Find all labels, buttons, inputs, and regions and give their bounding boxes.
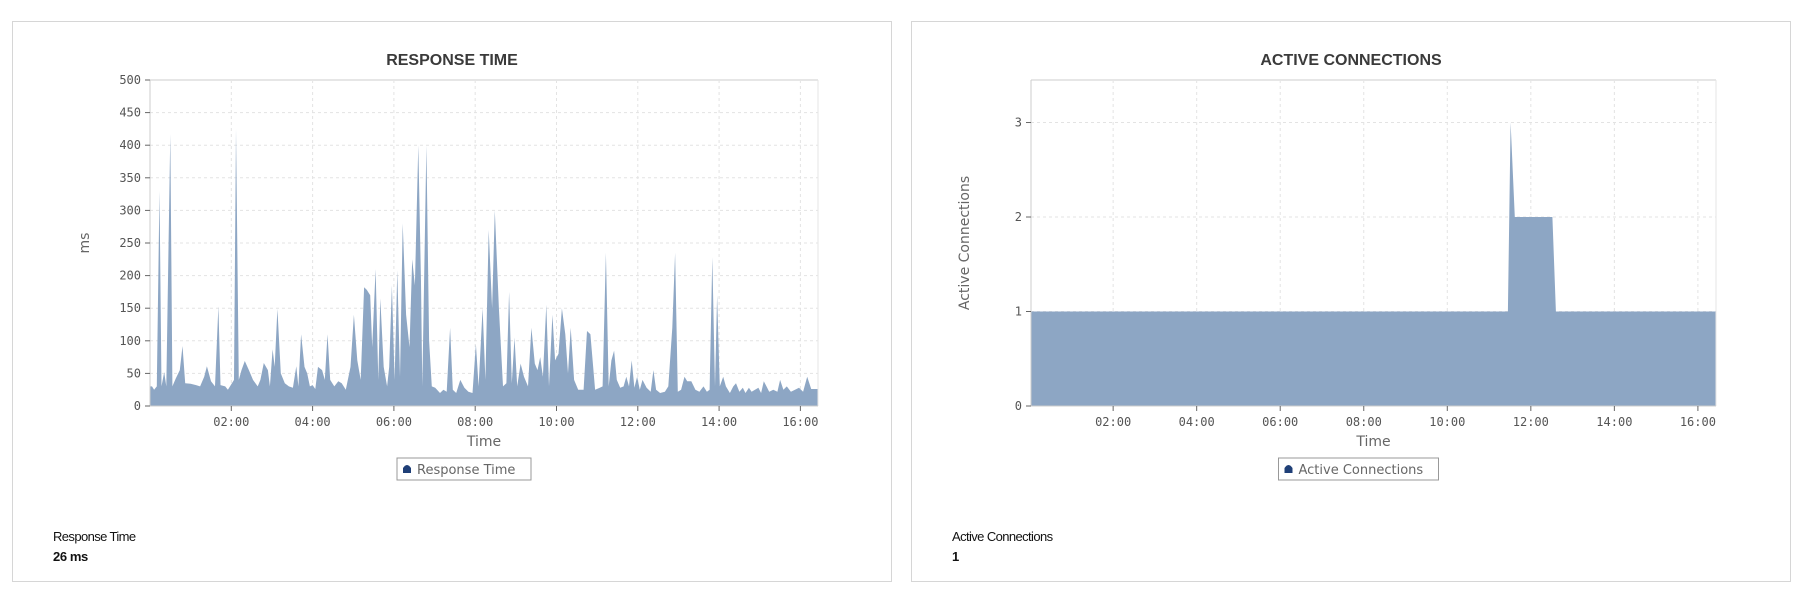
x-tick-label: 06:00 bbox=[1262, 415, 1298, 429]
x-tick-label: 14:00 bbox=[1596, 415, 1632, 429]
y-tick-label: 200 bbox=[119, 269, 141, 283]
y-tick-label: 400 bbox=[119, 138, 141, 152]
y-tick-label: 0 bbox=[1015, 399, 1022, 413]
active-connections-panel: ACTIVE CONNECTIONS 0 1 2 3 02:00 04:00 06:00 08… bbox=[911, 21, 1791, 582]
x-tick-label: 14:00 bbox=[701, 415, 737, 429]
x-tick-label: 08:00 bbox=[457, 415, 493, 429]
legend-label: Response Time bbox=[417, 463, 515, 478]
x-tick-label: 10:00 bbox=[1429, 415, 1465, 429]
x-tick-label: 16:00 bbox=[782, 415, 818, 429]
x-tick-label: 12:00 bbox=[1513, 415, 1549, 429]
y-tick-label: 100 bbox=[119, 334, 141, 348]
y-axis-title: ms bbox=[77, 233, 93, 254]
x-tick-label: 12:00 bbox=[620, 415, 656, 429]
x-tick-label: 02:00 bbox=[213, 415, 249, 429]
summary-label: Response Time bbox=[53, 529, 136, 544]
summary-value: 26 ms bbox=[53, 549, 88, 564]
legend-label: Active Connections bbox=[1299, 463, 1424, 478]
x-tick-label: 10:00 bbox=[538, 415, 574, 429]
legend: Response Time bbox=[396, 457, 532, 481]
series-area-0 bbox=[150, 128, 818, 406]
y-tick-label: 1 bbox=[1015, 305, 1022, 319]
x-axis-title: Time bbox=[1355, 434, 1390, 450]
response-time-panel: RESPONSE TIME 0 50 100 150 200 250 300 350 400 45… bbox=[12, 21, 892, 582]
x-tick-label: 04:00 bbox=[295, 415, 331, 429]
legend: Active Connections bbox=[1278, 457, 1439, 481]
y-tick-label: 2 bbox=[1015, 210, 1022, 224]
y-tick-label: 450 bbox=[119, 106, 141, 120]
y-tick-label: 500 bbox=[119, 73, 141, 87]
summary-label: Active Connections bbox=[952, 529, 1053, 544]
y-tick-label: 350 bbox=[119, 171, 141, 185]
y-tick-label: 3 bbox=[1015, 116, 1022, 130]
x-tick-label: 08:00 bbox=[1346, 415, 1382, 429]
response-time-chart: 0 50 100 150 200 250 300 350 400 450 500 02:00 04:00… bbox=[77, 73, 819, 481]
x-tick-label: 16:00 bbox=[1680, 415, 1716, 429]
x-tick-label: 04:00 bbox=[1179, 415, 1215, 429]
active-connections-chart: 0 1 2 3 02:00 04:00 06:00 08:00 10:00 12:00 14:00 1… bbox=[957, 79, 1717, 481]
x-axis-title: Time bbox=[466, 434, 501, 450]
y-tick-label: 0 bbox=[134, 399, 141, 413]
x-tick-label: 06:00 bbox=[376, 415, 412, 429]
y-axis-title: Active Connections bbox=[957, 176, 973, 310]
y-tick-label: 50 bbox=[127, 366, 141, 380]
y-tick-label: 150 bbox=[119, 301, 141, 315]
y-tick-label: 250 bbox=[119, 236, 141, 250]
summary-value: 1 bbox=[952, 549, 959, 564]
series-area-1 bbox=[1031, 122, 1716, 406]
y-tick-label: 300 bbox=[119, 203, 141, 217]
x-tick-label: 02:00 bbox=[1095, 415, 1131, 429]
